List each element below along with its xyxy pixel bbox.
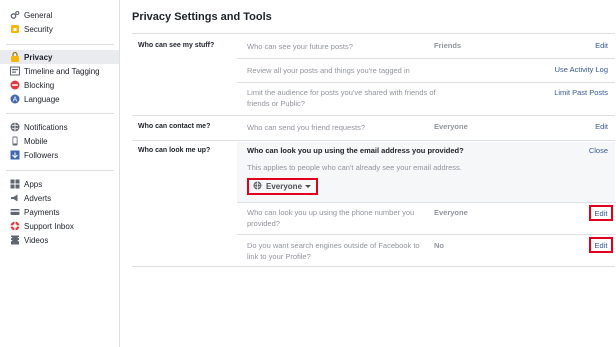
- row-divider: [237, 58, 615, 59]
- section-label-see-my-stuff: Who can see my stuff?: [138, 42, 215, 49]
- sidebar-divider: [6, 113, 114, 114]
- chevron-down-icon: [305, 185, 312, 188]
- sidebar-item-label: Apps: [24, 179, 43, 189]
- language-icon: A: [10, 94, 20, 104]
- sidebar-item-label: General: [24, 10, 53, 20]
- sidebar-item-adverts[interactable]: Adverts: [0, 191, 119, 205]
- setting-question: Review all your posts and things you're …: [247, 66, 410, 75]
- privacy-lock-icon: [10, 52, 20, 62]
- sidebar-item-label: Followers: [24, 150, 59, 160]
- use-activity-log-link[interactable]: Use Activity Log: [555, 65, 608, 74]
- section-divider: [132, 266, 615, 267]
- setting-value: Everyone: [434, 208, 468, 217]
- sidebar-item-mobile[interactable]: Mobile: [0, 134, 119, 148]
- row-divider: [237, 202, 615, 203]
- timeline-icon: [10, 66, 20, 76]
- setting-question: Who can send you friend requests?: [247, 123, 365, 132]
- apps-icon: [10, 179, 20, 189]
- title-divider: [132, 33, 615, 34]
- edit-search-engines-button[interactable]: Edit: [589, 237, 613, 253]
- sidebar-item-label: Payments: [24, 207, 60, 217]
- section-divider: [132, 140, 615, 141]
- lock-icon: [10, 24, 20, 34]
- sidebar-divider: [6, 44, 114, 45]
- expanded-note: This applies to people who can't already…: [247, 163, 462, 172]
- sidebar-item-support-inbox[interactable]: Support Inbox: [0, 219, 119, 233]
- page-title: Privacy Settings and Tools: [132, 11, 272, 23]
- sidebar-item-label: Blocking: [24, 80, 55, 90]
- sidebar-item-label: Support Inbox: [24, 221, 74, 231]
- section-divider: [132, 115, 615, 116]
- sidebar-item-privacy[interactable]: Privacy: [0, 50, 119, 64]
- edit-link[interactable]: Edit: [595, 241, 608, 250]
- edit-future-posts-link[interactable]: Edit: [595, 41, 608, 50]
- mobile-icon: [10, 136, 20, 146]
- setting-value: No: [434, 241, 444, 250]
- sidebar-item-general[interactable]: General: [0, 8, 119, 22]
- sidebar-item-blocking[interactable]: Blocking: [0, 78, 119, 92]
- sidebar-item-label: Mobile: [24, 136, 48, 146]
- payments-icon: [10, 207, 20, 217]
- section-label-contact-me: Who can contact me?: [138, 123, 211, 130]
- sidebar-item-label: Notifications: [24, 122, 68, 132]
- close-link[interactable]: Close: [589, 146, 608, 155]
- sidebar-item-language[interactable]: A Language: [0, 92, 119, 106]
- row-divider: [237, 82, 615, 83]
- sidebar-item-followers[interactable]: Followers: [0, 148, 119, 162]
- sidebar-item-label: Adverts: [24, 193, 52, 203]
- setting-value: Friends: [434, 41, 462, 50]
- globe-icon: [10, 122, 20, 132]
- edit-link[interactable]: Edit: [595, 209, 608, 218]
- followers-icon: [10, 150, 20, 160]
- setting-question: Do you want search engines outside of Fa…: [247, 241, 420, 261]
- setting-question: Limit the audience for posts you've shar…: [247, 88, 436, 108]
- setting-question: Who can look you up using the phone numb…: [247, 208, 415, 228]
- sidebar-item-label: Privacy: [24, 52, 53, 62]
- setting-question: Who can see your future posts?: [247, 42, 353, 51]
- sidebar-item-videos[interactable]: Videos: [0, 233, 119, 247]
- globe-icon: [253, 181, 262, 192]
- edit-friend-requests-link[interactable]: Edit: [595, 122, 608, 131]
- section-label-look-me-up: Who can look me up?: [138, 147, 211, 154]
- adverts-icon: [10, 193, 20, 203]
- sidebar-item-timeline[interactable]: Timeline and Tagging: [0, 64, 119, 78]
- blocking-icon: [10, 80, 20, 90]
- setting-value: Everyone: [434, 122, 468, 131]
- sidebar-item-notifications[interactable]: Notifications: [0, 120, 119, 134]
- svg-text:A: A: [13, 97, 18, 104]
- support-inbox-icon: [10, 221, 20, 231]
- sidebar-item-payments[interactable]: Payments: [0, 205, 119, 219]
- gear-icon: [10, 10, 20, 20]
- limit-past-posts-link[interactable]: Limit Past Posts: [554, 88, 608, 97]
- audience-selector-button[interactable]: Everyone: [247, 178, 318, 195]
- settings-sidebar: General Security Privacy Timeline and Ta…: [0, 0, 120, 347]
- sidebar-divider: [6, 170, 114, 171]
- videos-icon: [10, 235, 20, 245]
- sidebar-item-label: Timeline and Tagging: [24, 66, 100, 76]
- sidebar-item-apps[interactable]: Apps: [0, 177, 119, 191]
- row-divider: [237, 234, 615, 235]
- sidebar-item-label: Language: [24, 94, 60, 104]
- expanded-question: Who can look you up using the email addr…: [247, 146, 464, 155]
- sidebar-item-label: Videos: [24, 235, 49, 245]
- edit-phone-lookup-button[interactable]: Edit: [589, 205, 613, 221]
- sidebar-item-security[interactable]: Security: [0, 22, 119, 36]
- audience-label: Everyone: [266, 182, 303, 191]
- sidebar-item-label: Security: [24, 24, 53, 34]
